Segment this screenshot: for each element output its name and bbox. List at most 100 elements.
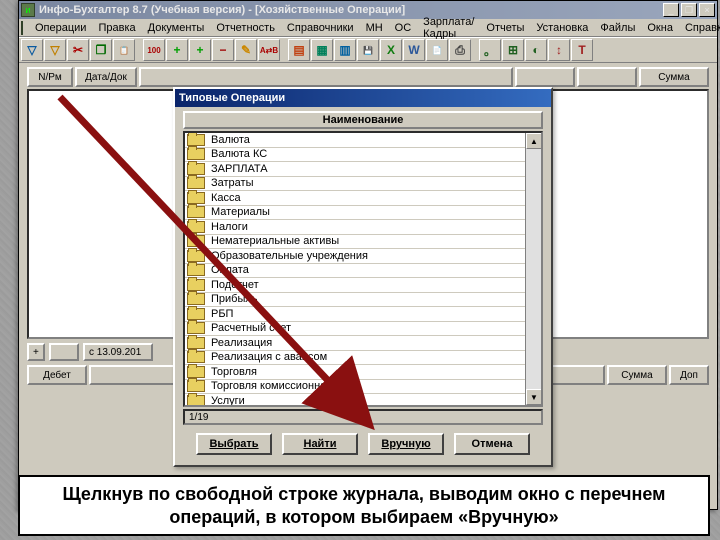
list-item[interactable]: Валюта [185, 133, 525, 148]
minimize-button[interactable]: _ [663, 3, 679, 17]
tool1-icon[interactable]: 。 [479, 39, 501, 61]
list-item[interactable]: Образовательные учреждения [185, 249, 525, 264]
col-nrm[interactable]: N/Рм [27, 67, 73, 87]
list-item[interactable]: Оплата [185, 264, 525, 279]
col-content[interactable] [139, 67, 513, 87]
list-item[interactable]: Услуги [185, 394, 525, 405]
list-item-label: Оплата [211, 264, 249, 276]
find-button[interactable]: Найти [282, 433, 358, 455]
plus-icon[interactable]: + [166, 39, 188, 61]
footer-plus[interactable]: + [27, 343, 45, 361]
cancel-button[interactable]: Отмена [454, 433, 530, 455]
doc-icon[interactable]: ▤ [288, 39, 310, 61]
menu-salary[interactable]: Зарплата/Кадры [417, 15, 480, 41]
folder-icon [187, 395, 205, 405]
menu-windows[interactable]: Окна [641, 21, 679, 35]
dialog-title: Типовые Операции [175, 89, 551, 107]
filter2-icon[interactable]: ▽ [44, 39, 66, 61]
row2-sum[interactable]: Сумма [607, 365, 667, 385]
list-item[interactable]: Затраты [185, 177, 525, 192]
list-item-label: Услуги [211, 395, 245, 405]
close-button[interactable]: × [699, 3, 715, 17]
titlebar: и Инфо-Бухгалтер 8.7 (Учебная версия) - … [19, 1, 717, 19]
folder-icon [187, 322, 205, 334]
folder-icon [187, 380, 205, 392]
folder-icon [187, 235, 205, 247]
list-item[interactable]: РБП [185, 307, 525, 322]
hammer-icon[interactable]: T [571, 39, 593, 61]
menu-os[interactable]: ОС [389, 21, 418, 35]
folder-icon [187, 264, 205, 276]
tool2-icon[interactable]: ⊞ [502, 39, 524, 61]
menu-edit[interactable]: Правка [92, 21, 141, 35]
menu-operations[interactable]: Операции [29, 21, 92, 35]
list-item[interactable]: Налоги [185, 220, 525, 235]
folder-icon [187, 134, 205, 146]
list-item[interactable]: Касса [185, 191, 525, 206]
menu-files[interactable]: Файлы [594, 21, 641, 35]
list-item[interactable]: Материалы [185, 206, 525, 221]
folder-icon [187, 148, 205, 160]
col-date[interactable]: Дата/Док [75, 67, 137, 87]
calc-icon[interactable]: ▦ [311, 39, 333, 61]
list-item[interactable]: Расчетный счет [185, 322, 525, 337]
folder-icon [187, 366, 205, 378]
list-item[interactable]: ЗАРПЛАТА [185, 162, 525, 177]
col-sum[interactable]: Сумма [639, 67, 709, 87]
list-item-label: ЗАРПЛАТА [211, 163, 268, 175]
list-item-label: Материалы [211, 206, 270, 218]
minus-icon[interactable]: − [212, 39, 234, 61]
list-item[interactable]: Реализация [185, 336, 525, 351]
col-debit[interactable] [515, 67, 575, 87]
tutorial-caption: Щелкнув по свободной строке журнала, выв… [18, 475, 710, 536]
save-icon[interactable]: 💾 [357, 39, 379, 61]
paste-icon[interactable]: 📋 [113, 39, 135, 61]
ruler-icon[interactable]: ↕ [548, 39, 570, 61]
word-icon[interactable]: W [403, 39, 425, 61]
select-button[interactable]: Выбрать [196, 433, 272, 455]
menu-mn[interactable]: МН [360, 21, 389, 35]
list-item[interactable]: Торговля [185, 365, 525, 380]
footer-date[interactable]: с 13.09.201 [83, 343, 153, 361]
list-item[interactable]: Реализация с авансом [185, 351, 525, 366]
abv-icon[interactable]: А⇄В [258, 39, 280, 61]
list-item[interactable]: Прибыль [185, 293, 525, 308]
list-item-label: Налоги [211, 221, 248, 233]
menu-documents[interactable]: Документы [142, 21, 211, 35]
menu-setup[interactable]: Установка [530, 21, 594, 35]
row2-dop[interactable]: Доп [669, 365, 709, 385]
scissors-icon[interactable]: ✂ [67, 39, 89, 61]
copy-icon[interactable]: ❐ [90, 39, 112, 61]
excel-icon[interactable]: X [380, 39, 402, 61]
print-icon[interactable]: ⎙ [449, 39, 471, 61]
menu-refs[interactable]: Справочники [281, 21, 360, 35]
menu-help[interactable]: Справка [679, 21, 720, 35]
tool3-icon[interactable]: ◐ [525, 39, 547, 61]
plusfile-icon[interactable]: + [189, 39, 211, 61]
manual-button[interactable]: Вручную [368, 433, 444, 455]
scroll-up-icon[interactable]: ▲ [526, 133, 542, 149]
list-item-label: Реализация [211, 337, 272, 349]
folder-icon [187, 221, 205, 233]
book-icon[interactable]: ▥ [334, 39, 356, 61]
folder-icon [187, 206, 205, 218]
add100-icon[interactable]: 100 [143, 39, 165, 61]
restore-button[interactable]: ❐ [681, 3, 697, 17]
folder-icon [187, 177, 205, 189]
list-item[interactable]: Торговля комиссионная [185, 380, 525, 395]
row2-debit[interactable]: Дебет [27, 365, 87, 385]
pencil-icon[interactable]: ✎ [235, 39, 257, 61]
col-credit[interactable] [577, 67, 637, 87]
scrollbar[interactable]: ▲ ▼ [525, 133, 541, 405]
menu-reports2[interactable]: Отчеты [480, 21, 530, 35]
list-item[interactable]: Нематериальные активы [185, 235, 525, 250]
list-item[interactable]: Подотчет [185, 278, 525, 293]
folder-icon [187, 192, 205, 204]
list-item-label: Торговля [211, 366, 257, 378]
filter1-icon[interactable]: ▽ [21, 39, 43, 61]
note-icon[interactable]: 📄 [426, 39, 448, 61]
operations-list: ВалютаВалюта КСЗАРПЛАТА ЗатратыКассаМатер… [183, 131, 543, 407]
scroll-down-icon[interactable]: ▼ [526, 389, 542, 405]
menu-reports1[interactable]: Отчетность [210, 21, 281, 35]
list-item[interactable]: Валюта КС [185, 148, 525, 163]
